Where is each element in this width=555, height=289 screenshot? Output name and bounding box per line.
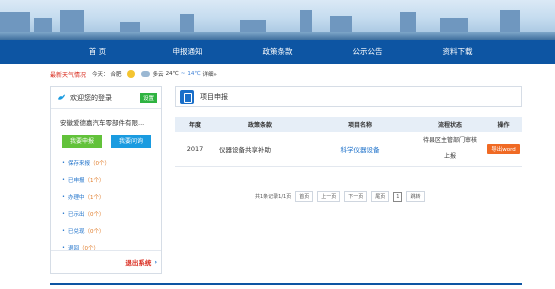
- row-action: 导出word: [485, 132, 522, 167]
- weather-temp-sep: ~: [180, 71, 186, 77]
- pagination: 共1条记录1/1页 首页 上一页 下一页 尾页 1 跳转: [255, 191, 425, 202]
- row-policy: 仪器设备共享补助: [215, 132, 305, 167]
- status-menu-item[interactable]: • 保存来报 （0个）: [62, 154, 161, 171]
- status-name[interactable]: 办理中: [68, 193, 85, 201]
- status-menu-item[interactable]: • 已兑现 （0个）: [62, 222, 161, 239]
- project-table: 年度 政策条款 项目名称 流程状态 操作 2017 仪器设备共享补助 科学仪器设…: [175, 117, 522, 167]
- banner-water: [0, 32, 555, 40]
- nav-notice[interactable]: 申报通知: [143, 40, 233, 64]
- col-action: 操作: [485, 117, 522, 132]
- bullet-icon: •: [62, 193, 65, 200]
- logout-button[interactable]: 退出系统 ›: [125, 257, 157, 267]
- pager-go-button[interactable]: 跳转: [406, 191, 425, 202]
- status-menu-item[interactable]: • 已申报 （1个）: [62, 171, 161, 188]
- pager-prev-button[interactable]: 上一页: [317, 191, 341, 202]
- footer-divider: [50, 283, 522, 285]
- col-project: 项目名称: [305, 117, 415, 132]
- bullet-icon: •: [62, 227, 65, 234]
- status-count: （0个）: [84, 228, 105, 235]
- settings-button[interactable]: 设置: [139, 92, 157, 103]
- row-project-link[interactable]: 科学仪器设备: [305, 132, 415, 167]
- table-header-row: 年度 政策条款 项目名称 流程状态 操作: [175, 117, 522, 132]
- chevron-right-icon: ›: [154, 258, 157, 266]
- status-name[interactable]: 保存来报: [68, 159, 90, 167]
- logout-label[interactable]: 退出系统: [125, 257, 151, 267]
- table-row: 2017 仪器设备共享补助 科学仪器设备 待县区主管部门审核 上报 导出word: [175, 132, 522, 167]
- weather-day: 今天：: [92, 72, 109, 78]
- nav-home[interactable]: 首 页: [53, 40, 143, 64]
- divider: [51, 250, 161, 251]
- company-name: 安徽爱德嘉汽车零部件有限...: [60, 119, 145, 127]
- weather-temp-lo: 14℃: [187, 71, 201, 77]
- bullet-icon: •: [62, 159, 65, 166]
- weather-label: 最新天气情况: [50, 71, 87, 79]
- export-word-button[interactable]: 导出word: [487, 143, 520, 154]
- col-status: 流程状态: [415, 117, 485, 132]
- user-panel-title: 欢迎您的登录: [70, 93, 112, 102]
- status-line: 待县区主管部门审核: [422, 136, 477, 144]
- status-line: 上报: [443, 152, 456, 160]
- col-year: 年度: [175, 117, 215, 132]
- header-banner: [0, 0, 555, 40]
- weather-temp-hi: 24℃: [165, 71, 179, 77]
- pager-next-button[interactable]: 下一页: [344, 191, 368, 202]
- status-name[interactable]: 已申报: [68, 176, 85, 184]
- status-menu-item[interactable]: • 办理中 （1个）: [62, 188, 161, 205]
- weather-cond: 多云: [152, 72, 164, 78]
- status-menu: • 保存来报 （0个） • 已申报 （1个） • 办理中 （1个） • 已示出 （0个） • 已兑…: [51, 148, 161, 256]
- status-name[interactable]: 已兑现: [68, 227, 85, 235]
- weather-bar: 最新天气情况 今天： 合肥 多云 24℃ ~ 14℃ 详细»: [50, 68, 219, 80]
- status-menu-item[interactable]: • 已示出 （0个）: [62, 205, 161, 222]
- status-count: （0个）: [89, 160, 110, 167]
- action-buttons: 我要申报 我要问询: [51, 127, 161, 148]
- row-year: 2017: [175, 132, 215, 167]
- weather-detail-link[interactable]: 详细»: [203, 70, 217, 78]
- sun-icon: [126, 70, 135, 78]
- status-count: （0个）: [84, 211, 105, 218]
- pager-summary: 共1条记录1/1页: [255, 194, 292, 200]
- pager-first-button[interactable]: 首页: [295, 191, 314, 202]
- apply-button[interactable]: 我要申报: [62, 135, 102, 148]
- bullet-icon: •: [62, 176, 65, 183]
- project-panel-title: 项目申报: [200, 92, 228, 101]
- bullet-icon: •: [62, 210, 65, 217]
- row-status: 待县区主管部门审核 上报: [415, 132, 485, 167]
- pager-page-input[interactable]: 1: [393, 191, 403, 202]
- bird-icon: [57, 94, 66, 100]
- status-count: （1个）: [84, 194, 105, 201]
- pager-last-button[interactable]: 尾页: [371, 191, 390, 202]
- inquiry-button[interactable]: 我要问询: [111, 135, 151, 148]
- nav-policy[interactable]: 政策条款: [233, 40, 323, 64]
- project-panel: 项目申报 年度 政策条款 项目名称 流程状态 操作 2017 仪器设备共享补助 …: [175, 86, 522, 202]
- document-icon: [180, 89, 194, 104]
- nav-announce[interactable]: 公示公告: [323, 40, 413, 64]
- user-panel-header: 欢迎您的登录 设置: [51, 87, 161, 109]
- main-nav: 首 页 申报通知 政策条款 公示公告 资料下载: [0, 40, 555, 64]
- weather-city: 合肥: [110, 72, 122, 78]
- user-panel: 欢迎您的登录 设置 安徽爱德嘉汽车零部件有限... 我要申报 我要问询 • 保存来…: [50, 86, 162, 274]
- nav-download[interactable]: 资料下载: [413, 40, 503, 64]
- status-name[interactable]: 已示出: [68, 210, 85, 218]
- project-panel-header: 项目申报: [175, 86, 522, 107]
- status-count: （1个）: [84, 177, 105, 184]
- status-menu-item[interactable]: • 退回 （0个）: [62, 239, 161, 256]
- cloud-icon: [140, 71, 150, 77]
- col-policy: 政策条款: [215, 117, 305, 132]
